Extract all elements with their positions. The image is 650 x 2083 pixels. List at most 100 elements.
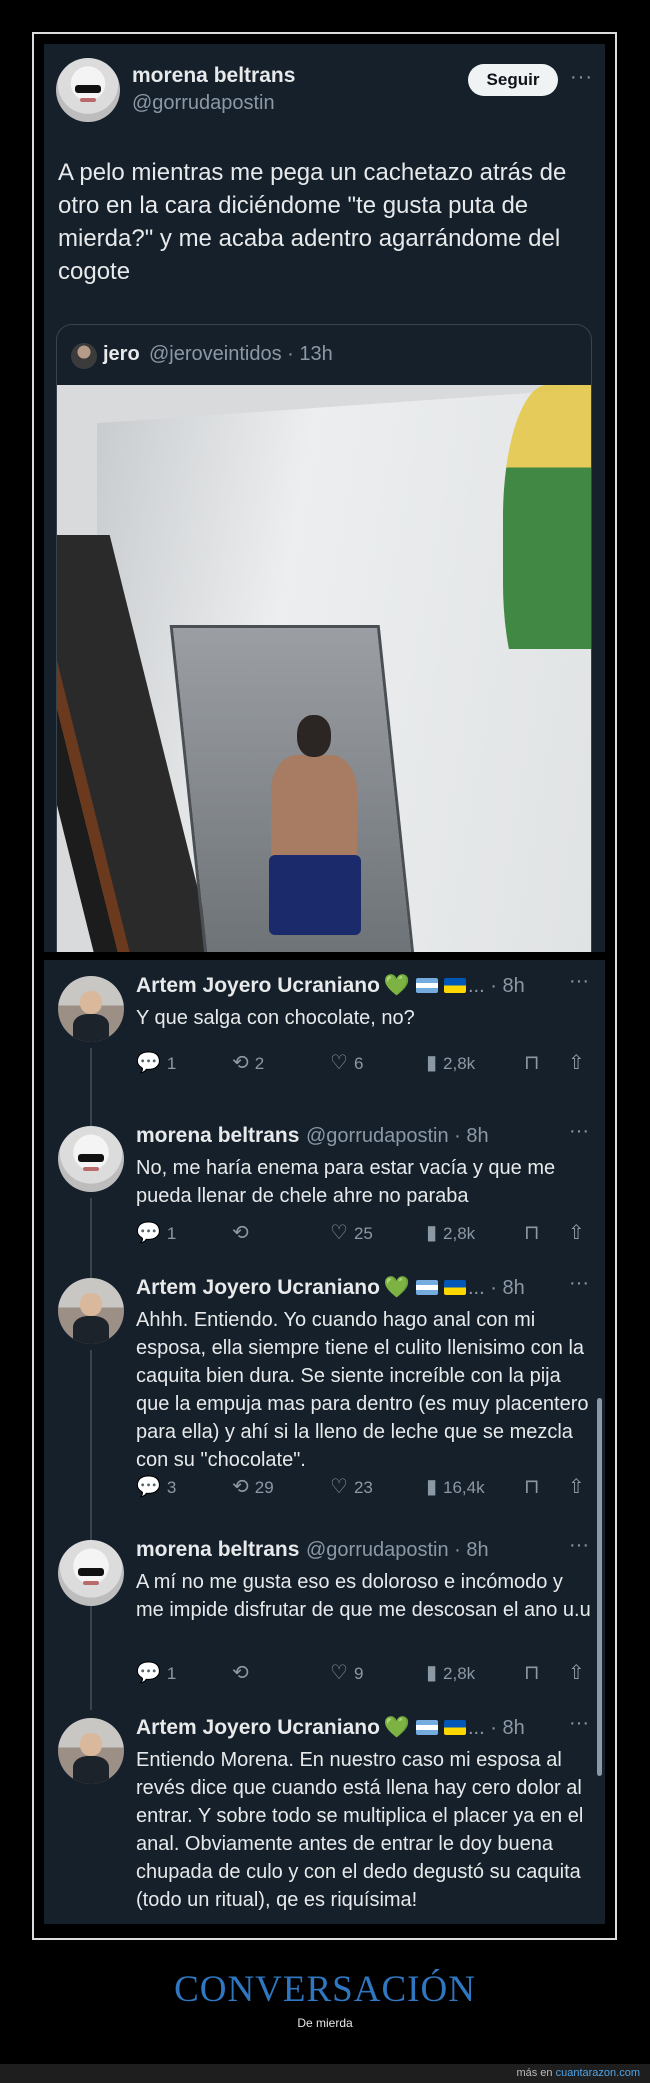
action-bar: 💬 3 ⟲ 29 ♡ 23 ▮ 16,4k ⊓ ⇧ (136, 1474, 591, 1500)
ukraine-flag-icon (444, 1720, 467, 1735)
views-icon: ▮ (426, 1222, 438, 1244)
green-heart-icon: 💚 (383, 1716, 411, 1739)
reply-text: Ahhh. Entiendo. Yo cuando hago anal con … (136, 1309, 589, 1471)
reply-text: No, me haría enema para estar vacía y qu… (136, 1157, 556, 1207)
more-options-icon[interactable]: ··· (569, 1120, 589, 1143)
author-handle[interactable]: @gorrudapostin · 8h (306, 1125, 489, 1148)
reply-tweet[interactable]: morena beltrans @gorrudapostin · 8h ··· … (44, 1110, 605, 1262)
share-icon: ⇧ (568, 1662, 585, 1684)
views-button[interactable]: ▮ 2,8k (426, 1220, 475, 1245)
wall-emblem (503, 385, 591, 715)
more-options-icon[interactable]: ··· (569, 1534, 589, 1557)
author-handle[interactable]: @gorrudapostin · 8h (306, 1539, 489, 1562)
green-heart-icon: 💚 (383, 974, 411, 997)
retweet-button[interactable]: ⟲ (232, 1220, 255, 1245)
caption-subtitle: De mierda (297, 2016, 353, 2030)
avatar[interactable] (58, 976, 124, 1042)
like-button[interactable]: ♡ 9 (330, 1660, 363, 1685)
quoted-author-name[interactable]: jero (103, 343, 140, 366)
quoted-author-handle[interactable]: @jeroveintidos · 13h (149, 343, 333, 366)
more-options-icon[interactable]: ··· (569, 1712, 589, 1735)
heart-icon: ♡ (330, 1476, 348, 1498)
views-button[interactable]: ▮ 16,4k (426, 1474, 485, 1499)
reply-tweet[interactable]: Artem Joyero Ucraniano 💚 ... · 8h ··· Y q… (44, 960, 605, 1110)
scrollbar[interactable] (597, 1398, 602, 1776)
reply-icon: 💬 (136, 1222, 161, 1244)
reply-icon: 💬 (136, 1052, 161, 1074)
author-name[interactable]: morena beltrans (136, 1124, 299, 1148)
quoted-avatar[interactable] (71, 343, 97, 369)
author-name[interactable]: morena beltrans (132, 64, 295, 88)
site-link[interactable]: cuantarazon.com (556, 2067, 640, 2079)
ukraine-flag-icon (444, 1280, 467, 1295)
reply-icon: 💬 (136, 1662, 161, 1684)
bookmark-icon: ⊓ (524, 1476, 540, 1498)
ukraine-flag-icon (444, 978, 467, 993)
reply-text: Entiendo Morena. En nuestro caso mi espo… (136, 1749, 584, 1911)
author-handle[interactable]: ... · 8h (468, 1717, 525, 1740)
retweet-button[interactable]: ⟲ 2 (232, 1050, 264, 1075)
avatar[interactable] (58, 1718, 124, 1784)
action-bar: 💬 1 ⟲ ♡ 9 ▮ 2,8k ⊓ ⇧ (136, 1660, 591, 1686)
retweet-button[interactable]: ⟲ 29 (232, 1474, 274, 1499)
reply-button[interactable]: 💬 1 (136, 1220, 176, 1245)
quoted-photo[interactable] (57, 385, 591, 952)
meme-frame: morena beltrans @gorrudapostin Seguir ··… (32, 32, 617, 1940)
argentina-flag-icon (416, 1280, 439, 1295)
bookmark-button[interactable]: ⊓ (524, 1220, 546, 1245)
argentina-flag-icon (416, 978, 439, 993)
footer-bar: más en cuantarazon.com (0, 2064, 650, 2083)
bookmark-icon: ⊓ (524, 1662, 540, 1684)
heart-icon: ♡ (330, 1052, 348, 1074)
like-button[interactable]: ♡ 23 (330, 1474, 373, 1499)
follow-button[interactable]: Seguir (468, 64, 558, 96)
action-bar: 💬 1 ⟲ 2 ♡ 6 ▮ 2,8k ⊓ ⇧ (136, 1050, 591, 1076)
share-icon: ⇧ (568, 1476, 585, 1498)
action-bar: 💬 1 ⟲ ♡ 25 ▮ 2,8k ⊓ ⇧ (136, 1220, 591, 1246)
author-handle[interactable]: @gorrudapostin (132, 92, 275, 115)
reply-tweet[interactable]: Artem Joyero Ucraniano 💚 ... · 8h ··· Ahh… (44, 1262, 605, 1522)
caption-title: CONVERSACIÓN (174, 1969, 476, 2010)
author-name[interactable]: Artem Joyero Ucraniano 💚 (136, 974, 467, 998)
retweet-button[interactable]: ⟲ (232, 1660, 255, 1685)
views-button[interactable]: ▮ 2,8k (426, 1660, 475, 1685)
share-button[interactable]: ⇧ (568, 1050, 591, 1075)
bookmark-button[interactable]: ⊓ (524, 1660, 546, 1685)
like-button[interactable]: ♡ 6 (330, 1050, 363, 1075)
share-button[interactable]: ⇧ (568, 1474, 591, 1499)
more-options-icon[interactable]: ··· (570, 66, 593, 89)
avatar[interactable] (58, 1278, 124, 1344)
bookmark-icon: ⊓ (524, 1052, 540, 1074)
author-name[interactable]: morena beltrans (136, 1538, 299, 1562)
footer-text: más en cuantarazon.com (516, 2067, 640, 2079)
reply-button[interactable]: 💬 1 (136, 1050, 176, 1075)
heart-icon: ♡ (330, 1222, 348, 1244)
argentina-flag-icon (416, 1720, 439, 1735)
bookmark-button[interactable]: ⊓ (524, 1050, 546, 1075)
retweet-icon: ⟲ (232, 1052, 249, 1074)
share-icon: ⇧ (568, 1222, 585, 1244)
retweet-icon: ⟲ (232, 1222, 249, 1244)
avatar[interactable] (56, 58, 120, 122)
author-name[interactable]: Artem Joyero Ucraniano 💚 (136, 1276, 467, 1300)
reply-button[interactable]: 💬 3 (136, 1474, 176, 1499)
like-button[interactable]: ♡ 25 (330, 1220, 373, 1245)
retweet-icon: ⟲ (232, 1476, 249, 1498)
more-options-icon[interactable]: ··· (569, 1272, 589, 1295)
bookmark-button[interactable]: ⊓ (524, 1474, 546, 1499)
share-button[interactable]: ⇧ (568, 1220, 591, 1245)
quoted-tweet[interactable]: jero @jeroveintidos · 13h (56, 324, 592, 952)
main-tweet-panel: morena beltrans @gorrudapostin Seguir ··… (44, 44, 605, 952)
avatar[interactable] (58, 1126, 124, 1192)
author-handle[interactable]: ... · 8h (468, 975, 525, 998)
more-options-icon[interactable]: ··· (569, 970, 589, 993)
author-handle[interactable]: ... · 8h (468, 1277, 525, 1300)
reply-tweet[interactable]: Artem Joyero Ucraniano 💚 ... · 8h ··· Ent… (44, 1702, 605, 1924)
tweet-text: A pelo mientras me pega un cachetazo atr… (58, 159, 567, 285)
author-name[interactable]: Artem Joyero Ucraniano 💚 (136, 1716, 467, 1740)
views-button[interactable]: ▮ 2,8k (426, 1050, 475, 1075)
reply-tweet[interactable]: morena beltrans @gorrudapostin · 8h ··· … (44, 1524, 605, 1700)
reply-button[interactable]: 💬 1 (136, 1660, 176, 1685)
share-button[interactable]: ⇧ (568, 1660, 591, 1685)
avatar[interactable] (58, 1540, 124, 1606)
